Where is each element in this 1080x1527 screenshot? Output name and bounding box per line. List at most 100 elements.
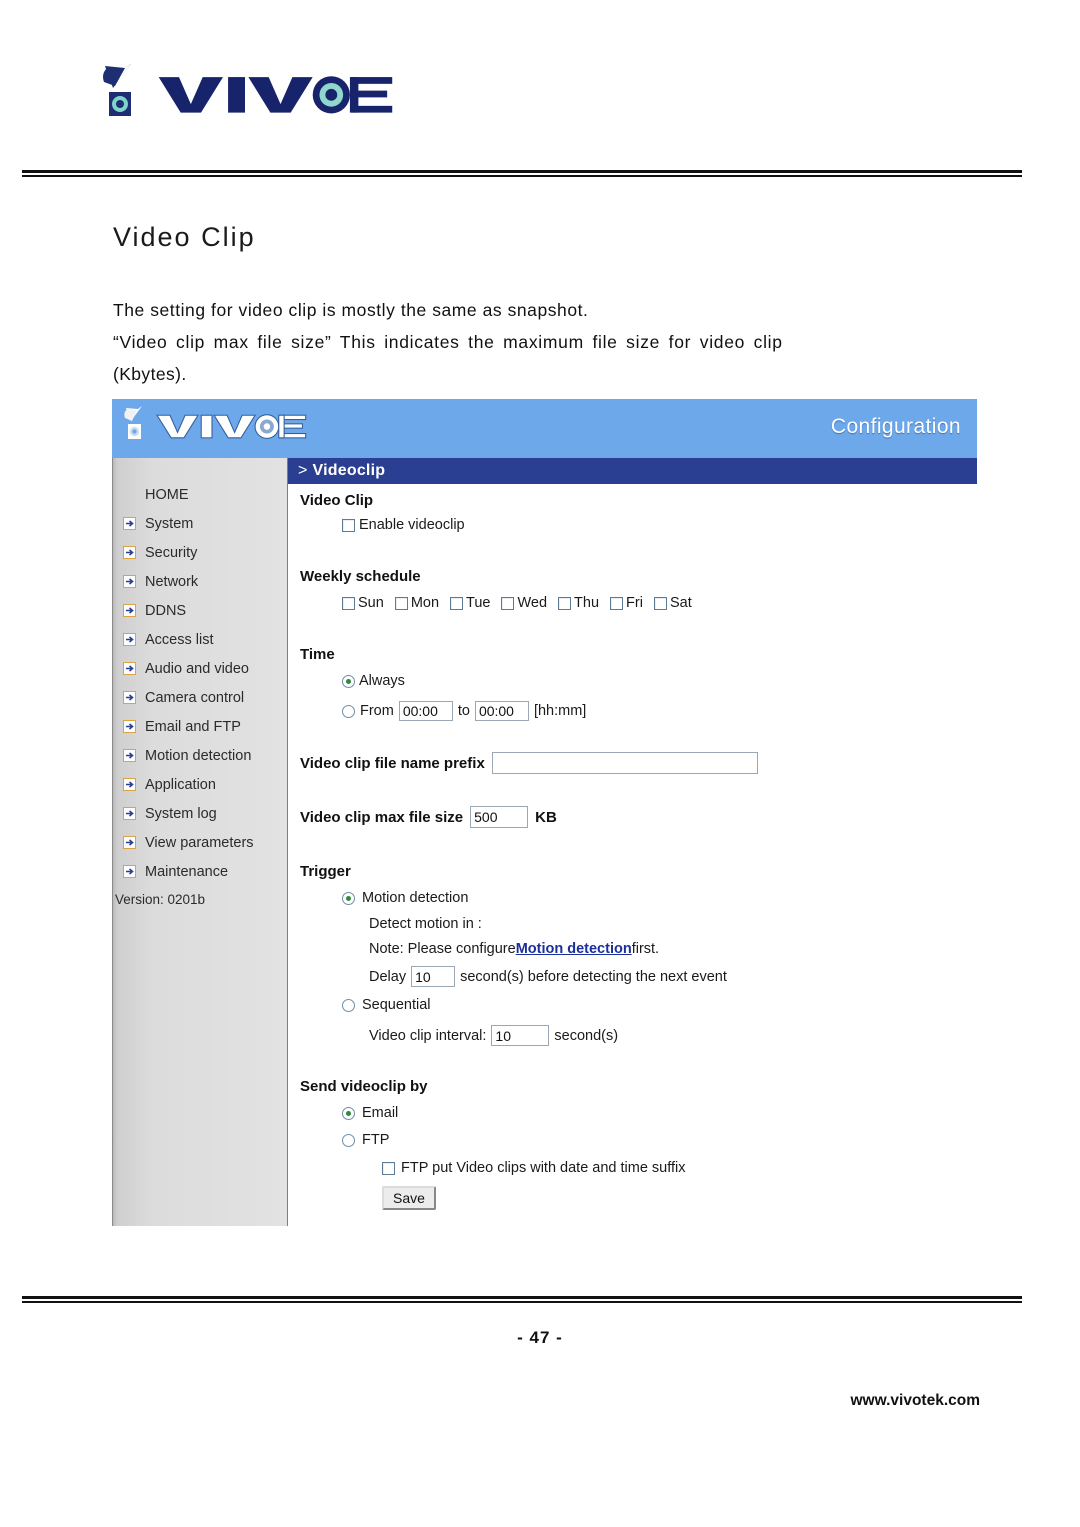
ftp-suffix-checkbox[interactable] (382, 1161, 395, 1175)
max-file-size-unit: KB (535, 808, 557, 826)
max-file-size-label: Video clip max file size (300, 808, 464, 826)
enable-videoclip-row[interactable]: Enable videoclip (342, 517, 465, 533)
send-email-row[interactable]: Email (342, 1105, 398, 1121)
sidebar-item-motion-detection[interactable]: Motion detection (113, 741, 287, 770)
sidebar-item-audio-and-video[interactable]: Audio and video (113, 654, 287, 683)
max-file-size-row: Video clip max file size KB (300, 806, 557, 828)
day-checkbox-sat[interactable] (653, 596, 667, 610)
arrow-right-icon (123, 807, 136, 820)
send-email-label: Email (362, 1105, 399, 1121)
max-file-size-input[interactable] (470, 806, 529, 828)
sidebar-item-view-parameters[interactable]: View parameters (113, 828, 287, 857)
sidebar-menu: HOME System Security Network DDNS Access… (113, 480, 287, 886)
time-range-row: From to [hh:mm] (342, 701, 586, 721)
enable-videoclip-checkbox[interactable] (342, 518, 355, 532)
arrow-right-icon (123, 633, 136, 646)
sidebar: HOME System Security Network DDNS Access… (112, 458, 288, 1226)
sidebar-item-label: View parameters (145, 834, 254, 851)
arrow-right-icon (123, 778, 136, 791)
trigger-motion-radio[interactable] (342, 891, 355, 905)
sidebar-item-home[interactable]: HOME (113, 480, 287, 509)
day-label-fri: Fri (626, 595, 643, 611)
day-checkbox-tue[interactable] (450, 596, 464, 610)
clip-interval-input[interactable] (491, 1025, 550, 1046)
header-divider (22, 170, 1022, 177)
motion-note-prefix: Note: Please configure (369, 941, 516, 957)
motion-detection-link[interactable]: Motion detection (516, 941, 632, 957)
arrow-right-icon (123, 720, 136, 733)
weekly-days-row: Sun Mon Tue Wed Thu Fri Sat (342, 595, 692, 611)
day-checkbox-sun[interactable] (342, 596, 355, 610)
vivotek-camera-icon (103, 64, 131, 116)
arrow-right-icon (123, 575, 136, 588)
sidebar-item-system-log[interactable]: System log (113, 799, 287, 828)
sidebar-item-system[interactable]: System (113, 509, 287, 538)
arrow-right-icon (123, 604, 136, 617)
breadcrumb-chevron-icon: > (298, 462, 308, 479)
delay-suffix-label: second(s) before detecting the next even… (460, 968, 727, 985)
save-button[interactable]: Save (382, 1186, 436, 1210)
day-checkbox-fri[interactable] (610, 596, 624, 610)
trigger-motion-row[interactable]: Motion detection (342, 890, 468, 906)
arrow-right-icon (123, 517, 136, 530)
section-heading-weekly-schedule: Weekly schedule (300, 568, 421, 585)
sidebar-item-access-list[interactable]: Access list (113, 625, 287, 654)
sidebar-item-label: Maintenance (145, 863, 229, 880)
time-to-input[interactable] (474, 701, 529, 721)
day-checkbox-thu[interactable] (558, 596, 572, 610)
clip-interval-label: Video clip interval: (369, 1027, 487, 1044)
ftp-suffix-row[interactable]: FTP put Video clips with date and time s… (382, 1160, 686, 1176)
day-label-tue: Tue (466, 595, 491, 611)
motion-note-row: Note: Please configure Motion detection … (369, 941, 659, 957)
time-always-row[interactable]: Always (342, 673, 405, 689)
filename-prefix-input[interactable] (491, 752, 758, 774)
sidebar-item-label: Security (145, 544, 198, 561)
sidebar-item-label: Application (145, 776, 216, 793)
document-logo (95, 62, 394, 126)
configuration-label: Configuration (830, 415, 961, 438)
sidebar-item-security[interactable]: Security (113, 538, 287, 567)
time-to-label: to (457, 703, 470, 719)
website-url: www.vivotek.com (850, 1392, 981, 1409)
day-label-thu: Thu (574, 595, 600, 611)
sidebar-item-maintenance[interactable]: Maintenance (113, 857, 287, 886)
arrow-right-icon (123, 865, 136, 878)
time-always-label: Always (359, 673, 405, 689)
day-checkbox-wed[interactable] (501, 596, 515, 610)
page-number: - 47 - (517, 1328, 563, 1347)
time-from-input[interactable] (398, 701, 453, 721)
sidebar-item-application[interactable]: Application (113, 770, 287, 799)
day-label-sun: Sun (358, 595, 384, 611)
clip-interval-unit: second(s) (554, 1027, 619, 1044)
trigger-sequential-row[interactable]: Sequential (342, 997, 431, 1013)
delay-label: Delay (369, 968, 407, 985)
content-panel: > Videoclip Video Clip Enable videoclip … (288, 458, 977, 1226)
intro-paragraph: The setting for video clip is mostly the… (113, 294, 975, 390)
delay-input[interactable] (411, 966, 456, 987)
section-heading-video-clip: Video Clip (300, 492, 374, 509)
time-from-radio[interactable] (342, 704, 355, 718)
section-heading-trigger: Trigger (300, 863, 351, 880)
sidebar-item-camera-control[interactable]: Camera control (113, 683, 287, 712)
vivotek-wordmark (158, 76, 393, 114)
send-ftp-radio[interactable] (342, 1133, 355, 1147)
filename-prefix-row: Video clip file name prefix (300, 752, 758, 774)
day-checkbox-mon[interactable] (394, 596, 408, 610)
send-email-radio[interactable] (342, 1106, 355, 1120)
time-format-hint: [hh:mm] (533, 703, 587, 719)
sidebar-item-email-and-ftp[interactable]: Email and FTP (113, 712, 287, 741)
send-ftp-row[interactable]: FTP (342, 1132, 389, 1148)
motion-note-suffix: first. (631, 941, 660, 957)
time-always-radio[interactable] (342, 674, 355, 688)
sidebar-item-label: HOME (145, 486, 189, 503)
sidebar-item-label: Audio and video (145, 660, 249, 677)
arrow-right-icon (123, 836, 136, 849)
sidebar-item-network[interactable]: Network (113, 567, 287, 596)
send-ftp-label: FTP (362, 1132, 390, 1148)
ui-camera-icon (124, 406, 142, 439)
sidebar-item-label: System (145, 515, 194, 532)
sidebar-item-ddns[interactable]: DDNS (113, 596, 287, 625)
trigger-sequential-radio[interactable] (342, 998, 355, 1012)
arrow-right-icon (123, 662, 136, 675)
section-heading-time: Time (300, 646, 335, 663)
